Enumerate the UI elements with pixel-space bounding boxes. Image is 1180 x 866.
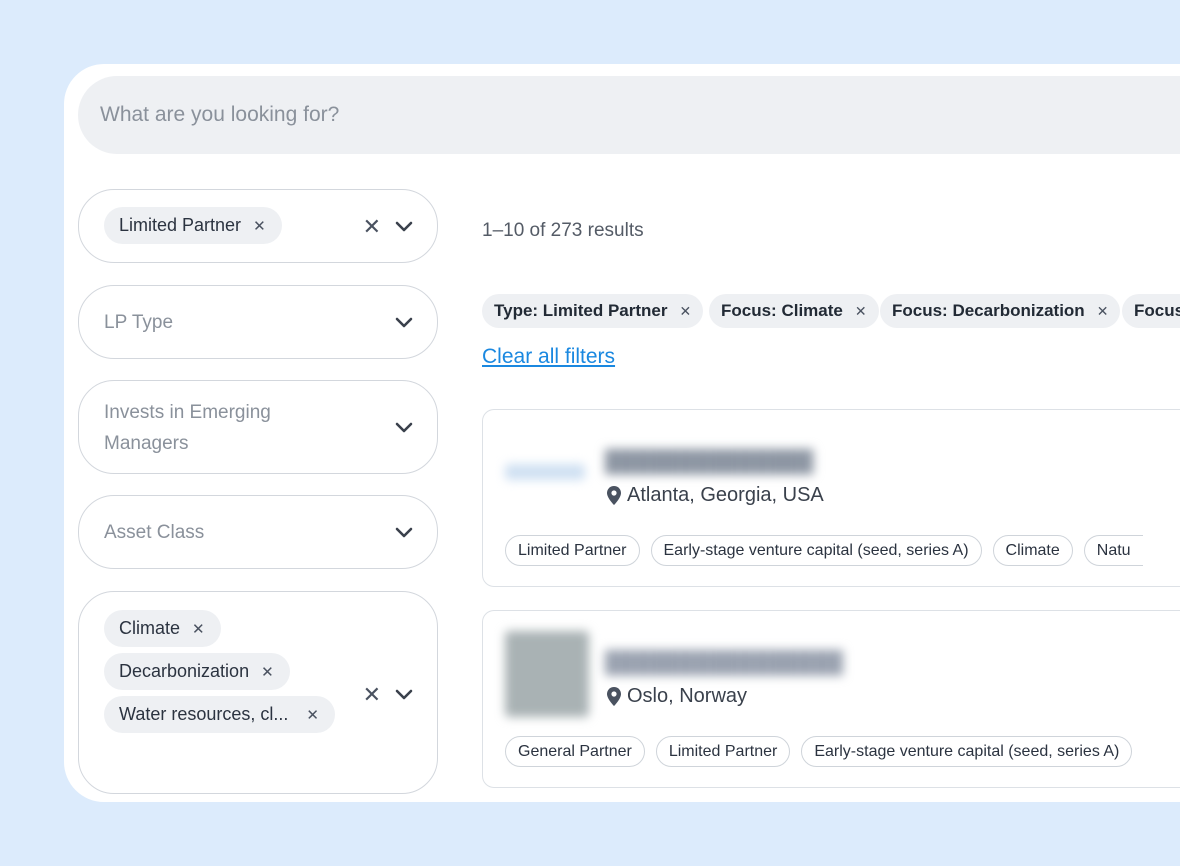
location: Oslo, Norway bbox=[607, 685, 747, 708]
organization-name-redacted: ██████████████ bbox=[605, 450, 814, 473]
result-card[interactable]: ██████████████ Atlanta, Georgia, USA Lim… bbox=[482, 409, 1180, 587]
remove-filter-icon[interactable]: ✕ bbox=[1097, 303, 1109, 320]
asset-class-placeholder: Asset Class bbox=[104, 522, 205, 543]
organization-logo bbox=[505, 631, 589, 717]
tag: Natu bbox=[1083, 535, 1143, 566]
results-count: 1–10 of 273 results bbox=[482, 220, 644, 241]
organization-name-redacted: ████████████████ bbox=[605, 651, 844, 674]
active-filter-chip[interactable]: Focus: Climate ✕ bbox=[709, 294, 879, 328]
role-filter-dropdown[interactable]: Limited Partner ✕ ✕ bbox=[78, 189, 438, 263]
emerging-managers-placeholder: Invests in Emerging Managers bbox=[104, 402, 271, 454]
filter-chip[interactable]: Decarbonization ✕ bbox=[104, 653, 290, 690]
asset-class-dropdown[interactable]: Asset Class bbox=[78, 495, 438, 569]
lp-type-dropdown[interactable]: LP Type bbox=[78, 285, 438, 359]
location: Atlanta, Georgia, USA bbox=[607, 484, 824, 507]
chevron-down-icon[interactable] bbox=[395, 422, 413, 434]
tag: Climate bbox=[992, 535, 1073, 566]
emerging-managers-dropdown[interactable]: Invests in Emerging Managers bbox=[78, 380, 438, 474]
tag: General Partner bbox=[505, 736, 645, 767]
clear-all-filters-link[interactable]: Clear all filters bbox=[482, 345, 615, 369]
remove-chip-icon[interactable]: ✕ bbox=[192, 620, 205, 638]
clear-selection-icon[interactable]: ✕ bbox=[363, 684, 381, 706]
search-input[interactable] bbox=[78, 76, 1180, 154]
result-card[interactable]: ████████████████ Oslo, Norway General Pa… bbox=[482, 610, 1180, 788]
active-filter-chip[interactable]: Focus: Decarbonization ✕ bbox=[880, 294, 1121, 328]
active-filter-chip[interactable]: Type: Limited Partner ✕ bbox=[482, 294, 704, 328]
remove-chip-icon[interactable]: ✕ bbox=[261, 663, 274, 681]
remove-chip-icon[interactable]: ✕ bbox=[306, 706, 319, 724]
remove-filter-icon[interactable]: ✕ bbox=[855, 303, 867, 320]
clear-selection-icon[interactable]: ✕ bbox=[363, 216, 381, 238]
filter-chip[interactable]: Limited Partner ✕ bbox=[104, 207, 282, 244]
tag: Early-stage venture capital (seed, serie… bbox=[650, 535, 982, 566]
search-bar[interactable] bbox=[78, 76, 1180, 154]
chevron-down-icon[interactable] bbox=[395, 221, 413, 233]
tag: Early-stage venture capital (seed, serie… bbox=[801, 736, 1133, 767]
remove-filter-icon[interactable]: ✕ bbox=[680, 303, 692, 320]
remove-chip-icon[interactable]: ✕ bbox=[253, 217, 266, 235]
tag-list: Limited Partner Early-stage venture capi… bbox=[505, 535, 1143, 566]
tag: Limited Partner bbox=[505, 535, 640, 566]
map-pin-icon bbox=[607, 486, 621, 505]
tag-list: General Partner Limited Partner Early-st… bbox=[505, 736, 1133, 767]
active-filter-chip[interactable]: Focus bbox=[1122, 294, 1180, 328]
focus-filter-dropdown[interactable]: Climate ✕ Decarbonization ✕ Water resource… bbox=[78, 591, 438, 794]
filter-chip[interactable]: Climate ✕ bbox=[104, 610, 221, 647]
filter-chip[interactable]: Water resources, cl... ✕ bbox=[104, 696, 335, 733]
map-pin-icon bbox=[607, 687, 621, 706]
lp-type-placeholder: LP Type bbox=[104, 312, 174, 333]
tag: Limited Partner bbox=[655, 736, 791, 767]
chevron-down-icon[interactable] bbox=[395, 527, 413, 539]
chevron-down-icon[interactable] bbox=[395, 317, 413, 329]
chevron-down-icon[interactable] bbox=[395, 689, 413, 701]
search-panel: Limited Partner✕ ✕ LP Type Invests in Em… bbox=[64, 64, 1180, 802]
organization-logo bbox=[505, 464, 585, 480]
